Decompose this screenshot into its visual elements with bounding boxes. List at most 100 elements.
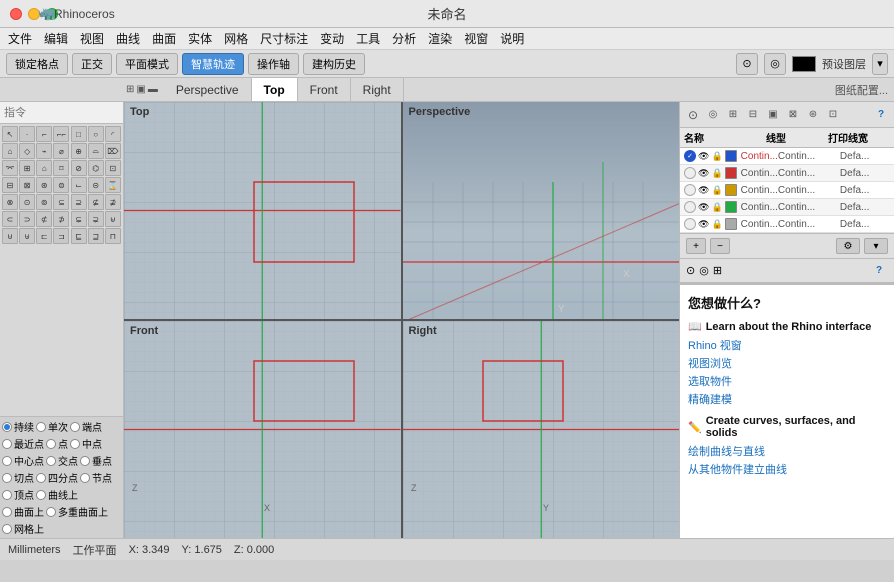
osnap-mid[interactable]: 中点 <box>70 436 102 451</box>
layer-row-5[interactable]: 👁 🔒 Contin... Contin... Defa... <box>680 216 894 233</box>
tool-20[interactable]: ⌙ <box>71 177 87 193</box>
tool-43[interactable]: ⊓ <box>105 228 121 244</box>
tool-10[interactable]: ⊞ <box>19 160 35 176</box>
layer-5-check[interactable] <box>684 218 696 230</box>
layer-row-3[interactable]: 👁 🔒 Contin... Contin... Defa... <box>680 182 894 199</box>
tool-3[interactable]: ◇ <box>19 143 35 159</box>
viewport-front[interactable]: Front Z X <box>124 321 401 538</box>
osnap-end-radio[interactable] <box>70 422 80 432</box>
layer-row-4[interactable]: 👁 🔒 Contin... Contin... Defa... <box>680 199 894 216</box>
layer-icon-2[interactable]: ◎ <box>704 106 722 124</box>
tool-34[interactable]: ⊊ <box>71 211 87 227</box>
layer-icon-3[interactable]: ⊞ <box>724 106 742 124</box>
osnap-continuous[interactable]: 持续 <box>2 419 34 434</box>
osnap-end[interactable]: 端点 <box>70 419 102 434</box>
layer-1-lock[interactable]: 🔒 <box>711 151 722 162</box>
tool-33[interactable]: ⊅ <box>53 211 69 227</box>
help-link-curves[interactable]: 绘制曲线与直线 <box>688 443 886 459</box>
osnap-point-radio[interactable] <box>46 439 56 449</box>
tool-18[interactable]: ⊛ <box>36 177 52 193</box>
snap-dot-btn[interactable]: ◎ <box>764 53 786 75</box>
layer-4-color[interactable] <box>725 201 737 213</box>
plane-mode-btn[interactable]: 平面模式 <box>116 53 178 75</box>
layer-2-color[interactable] <box>725 167 737 179</box>
osnap-vertex-radio[interactable] <box>2 490 12 500</box>
build-history-btn[interactable]: 建构历史 <box>303 53 365 75</box>
osnap-perp[interactable]: 垂点 <box>80 453 112 468</box>
menu-mesh[interactable]: 网格 <box>224 30 248 47</box>
tab-perspective[interactable]: Perspective <box>164 78 252 101</box>
osnap-near-radio[interactable] <box>2 439 12 449</box>
tool-40[interactable]: ⊐ <box>53 228 69 244</box>
tool-38[interactable]: ⊎ <box>19 228 35 244</box>
layer-2-eye[interactable]: 👁 <box>698 168 709 179</box>
tab-right[interactable]: Right <box>351 78 404 101</box>
command-input[interactable] <box>0 102 123 124</box>
menu-surface[interactable]: 曲面 <box>152 30 176 47</box>
tool-11[interactable]: ⌂ <box>36 160 52 176</box>
layer-2-lock[interactable]: 🔒 <box>711 168 722 179</box>
tool-32[interactable]: ⊄ <box>36 211 52 227</box>
osnap-tan[interactable]: 切点 <box>2 470 34 485</box>
layer-3-eye[interactable]: 👁 <box>698 185 709 196</box>
help-link-rhino-windows[interactable]: Rhino 视窗 <box>688 337 886 353</box>
tool-15[interactable]: ⊡ <box>105 160 121 176</box>
layer-row-1[interactable]: ✓ 👁 🔒 Contin... Contin... Defa... <box>680 148 894 165</box>
tool-rect[interactable]: □ <box>71 126 87 142</box>
lock-grid-btn[interactable]: 锁定格点 <box>6 53 68 75</box>
tool-select[interactable]: ↖ <box>2 126 18 142</box>
menu-view[interactable]: 视图 <box>80 30 104 47</box>
osnap-int-radio[interactable] <box>46 456 56 466</box>
tool-31[interactable]: ⊃ <box>19 211 35 227</box>
tool-point[interactable]: · <box>19 126 35 142</box>
osnap-onmesh[interactable]: 网格上 <box>2 521 44 536</box>
layer-4-eye[interactable]: 👁 <box>698 202 709 213</box>
layer-4-lock[interactable]: 🔒 <box>711 202 722 213</box>
tab-top[interactable]: Top <box>252 78 298 101</box>
tool-14[interactable]: ⌬ <box>88 160 104 176</box>
osnap-perp-radio[interactable] <box>80 456 90 466</box>
layer-3-check[interactable] <box>684 184 696 196</box>
op-axis-btn[interactable]: 操作轴 <box>248 53 299 75</box>
viewport-right[interactable]: Right Z Y <box>403 321 680 538</box>
layer-2-check[interactable] <box>684 167 696 179</box>
tool-5[interactable]: ⌀ <box>53 143 69 159</box>
osnap-tan-radio[interactable] <box>2 473 12 483</box>
tab-front[interactable]: Front <box>298 78 351 101</box>
preset-expand-btn[interactable]: ▾ <box>872 53 888 75</box>
osnap-onpolysrf-radio[interactable] <box>46 507 56 517</box>
tool-9[interactable]: ⌤ <box>2 160 18 176</box>
layer-icon-5[interactable]: ▣ <box>764 106 782 124</box>
osnap-single-radio[interactable] <box>36 422 46 432</box>
layer-5-color[interactable] <box>725 218 737 230</box>
osnap-center-radio[interactable] <box>2 456 12 466</box>
layer-icon-6[interactable]: ⊠ <box>784 106 802 124</box>
osnap-int[interactable]: 交点 <box>46 453 78 468</box>
menu-tools[interactable]: 工具 <box>356 30 380 47</box>
layer-1-eye[interactable]: 👁 <box>698 151 709 162</box>
smart-track-btn[interactable]: 智慧轨迹 <box>182 53 244 75</box>
layer-icon-1[interactable]: ⊙ <box>684 106 702 124</box>
menu-viewport[interactable]: 视窗 <box>464 30 488 47</box>
tool-6[interactable]: ⊕ <box>71 143 87 159</box>
tool-27[interactable]: ⊇ <box>71 194 87 210</box>
color-swatch[interactable] <box>792 56 816 72</box>
layer-help-btn[interactable]: ? <box>872 106 890 124</box>
vp-settings-btn[interactable]: 图纸配置... <box>835 82 888 98</box>
tool-37[interactable]: ⊍ <box>2 228 18 244</box>
menu-help[interactable]: 说明 <box>500 30 524 47</box>
layer-1-check[interactable]: ✓ <box>684 150 696 162</box>
tool-16[interactable]: ⊟ <box>2 177 18 193</box>
osnap-vertex[interactable]: 顶点 <box>2 487 34 502</box>
osnap-knot[interactable]: 节点 <box>80 470 112 485</box>
tool-22[interactable]: ⌛ <box>105 177 121 193</box>
osnap-single[interactable]: 单次 <box>36 419 68 434</box>
layer-icon-8[interactable]: ⊡ <box>824 106 842 124</box>
viewport-perspective[interactable]: Perspective <box>403 102 680 319</box>
menu-solid[interactable]: 实体 <box>188 30 212 47</box>
tool-25[interactable]: ⊚ <box>36 194 52 210</box>
close-button[interactable] <box>10 8 22 20</box>
ortho-btn[interactable]: 正交 <box>72 53 112 75</box>
menu-dim[interactable]: 尺寸标注 <box>260 30 308 47</box>
tool-4[interactable]: ⌁ <box>36 143 52 159</box>
